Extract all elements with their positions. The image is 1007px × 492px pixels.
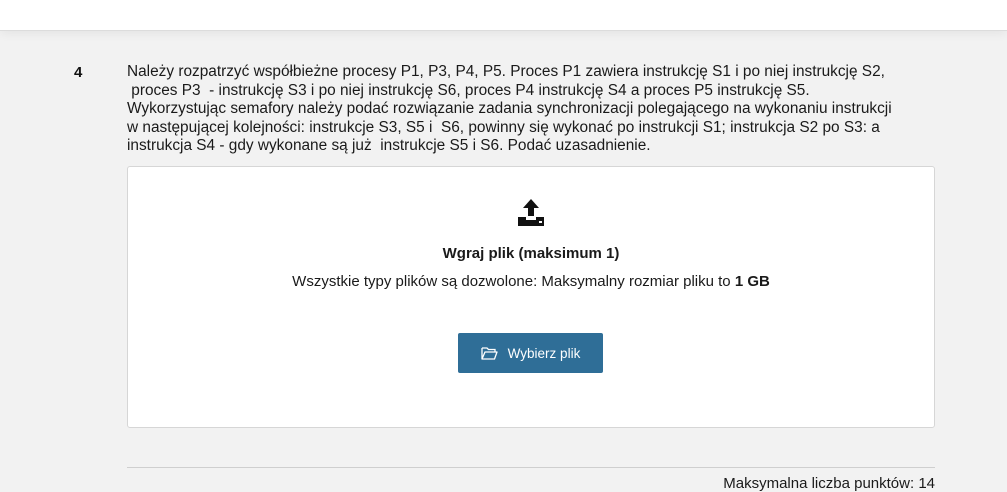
file-upload-dropzone[interactable]: Wgraj plik (maksimum 1) Wszystkie typy p…: [127, 166, 935, 428]
choose-file-button[interactable]: Wybierz plik: [458, 333, 603, 373]
max-points-label: Maksymalna liczba punktów: 14: [723, 475, 935, 492]
question-number: 4: [74, 64, 83, 81]
max-file-size: 1 GB: [734, 273, 770, 290]
folder-open-icon: [481, 347, 498, 360]
question-text: Należy rozpatrzyć współbieżne procesy P1…: [127, 63, 892, 154]
upload-title: Wgraj plik (maksimum 1): [442, 245, 620, 262]
divider: [127, 467, 935, 468]
upload-description: Wszystkie typy plików są dozwolone: Maks…: [128, 273, 934, 290]
top-bar: [0, 0, 1007, 31]
choose-file-label: Wybierz plik: [507, 345, 581, 361]
upload-description-text: Wszystkie typy plików są dozwolone: Maks…: [292, 273, 735, 290]
upload-icon: [518, 199, 544, 226]
